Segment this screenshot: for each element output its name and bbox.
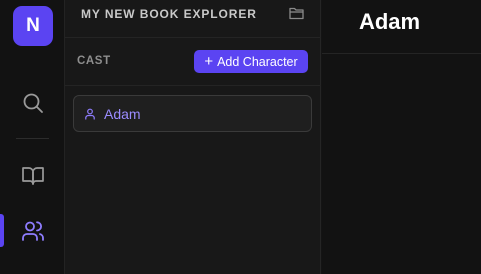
rail-divider (16, 138, 49, 139)
plus-icon: + (204, 52, 214, 70)
folder-icon[interactable] (289, 6, 305, 20)
main-panel: Adam (322, 0, 481, 274)
add-character-button[interactable]: + Add Character (194, 50, 308, 73)
cast-section-header: CAST + Add Character (65, 38, 321, 86)
explorer-panel: MY NEW BOOK EXPLORER CAST + Add Characte… (65, 0, 321, 274)
book-icon (22, 167, 44, 185)
main-header: Adam (322, 0, 481, 54)
rail-book-button[interactable] (12, 154, 54, 196)
person-icon (85, 108, 95, 120)
search-icon (23, 93, 43, 113)
add-character-label: Add Character (217, 54, 298, 69)
explorer-title: MY NEW BOOK EXPLORER (81, 7, 257, 21)
logo-letter: N (26, 15, 40, 36)
app-logo[interactable]: N (13, 6, 53, 46)
rail-search-button[interactable] (12, 82, 54, 124)
users-icon (22, 221, 44, 241)
icon-rail: N (0, 0, 65, 274)
page-title: Adam (358, 9, 421, 34)
cast-item-name: Adam (104, 105, 141, 122)
cast-section-title: CAST (77, 55, 111, 67)
active-indicator (0, 214, 4, 247)
rail-cast-button[interactable] (12, 210, 54, 252)
explorer-header: MY NEW BOOK EXPLORER (65, 0, 321, 38)
cast-list-item[interactable]: Adam (73, 95, 312, 132)
